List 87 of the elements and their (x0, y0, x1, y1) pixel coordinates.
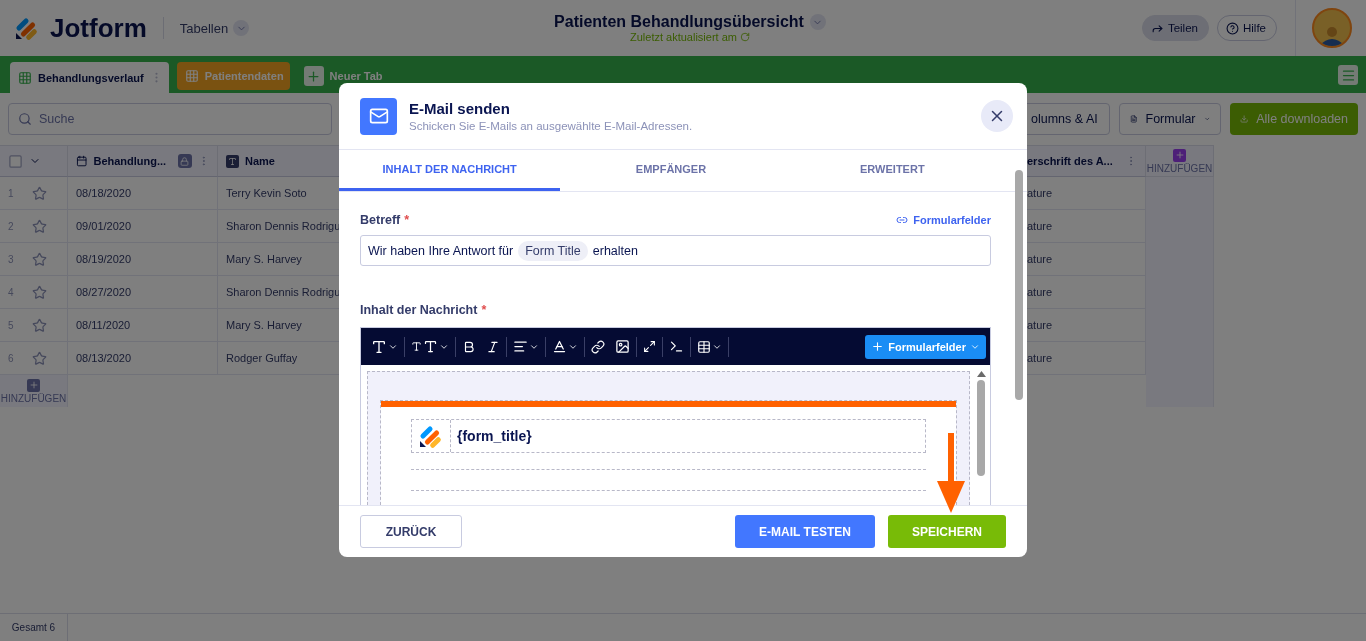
terminal-icon (669, 339, 684, 354)
table-icon (18, 70, 32, 85)
template-title: {form_title} (450, 420, 532, 452)
table-cell: 08/19/2020 (68, 243, 218, 276)
refresh-icon[interactable] (740, 32, 750, 42)
field-label: Inhalt der Nachricht (360, 303, 478, 317)
required-mark: * (481, 303, 487, 317)
table-icon (184, 69, 199, 83)
search-icon (18, 112, 32, 126)
expand-icon (643, 340, 656, 353)
mail-icon (360, 97, 397, 135)
form-fields-link[interactable]: Formularfelder (896, 214, 991, 226)
section-dropdown[interactable]: Tabellen (179, 20, 250, 36)
link-icon (591, 339, 605, 354)
dialog-tab[interactable]: EMPFÄNGER (560, 150, 782, 191)
italic-icon (486, 339, 500, 354)
help-button[interactable]: Hilfe (1217, 15, 1277, 41)
insert-fields-button[interactable]: Formularfelder (865, 334, 986, 359)
bold-icon (462, 339, 476, 354)
subject-text: Wir haben Ihre Antwort für (368, 243, 514, 258)
caret-icon[interactable] (809, 14, 826, 30)
star-icon[interactable] (32, 218, 47, 234)
caret-icon (233, 20, 250, 36)
scroll-up-icon[interactable] (976, 371, 986, 377)
form-icon (1130, 112, 1138, 126)
last-updated-text: Zuletzt aktualisiert am (630, 31, 737, 43)
plus-icon (303, 66, 324, 86)
text-icon (411, 341, 422, 352)
add-row-button[interactable]: HINZUFÜGEN (0, 375, 68, 407)
star-icon[interactable] (32, 350, 47, 366)
avatar[interactable] (1312, 8, 1352, 48)
menu-icon (1340, 67, 1356, 83)
row-number: 4 (8, 286, 15, 298)
subject-text: erhalten (592, 243, 638, 258)
logo-icon (418, 423, 444, 449)
column-header: erschrift des A... (1027, 155, 1113, 167)
dialog-title: E-Mail senden (409, 100, 511, 117)
dialog-tab[interactable]: INHALT DER NACHRICHT (339, 150, 561, 191)
field-label: Betreff (360, 213, 401, 227)
total-count: Gesamt 6 (0, 614, 68, 641)
search-field[interactable]: Suche (8, 103, 332, 135)
image-icon (615, 339, 630, 354)
scrollbar[interactable] (1015, 170, 1023, 400)
back-button[interactable]: ZURÜCK (360, 515, 462, 548)
column-header: Behandlung... (93, 155, 167, 167)
field-chip: Form Title (518, 240, 588, 261)
test-email-button[interactable]: E-MAIL TESTEN (735, 515, 875, 548)
row-number: 3 (8, 253, 15, 265)
sheet-tab[interactable]: Behandlungsverlauf (10, 62, 169, 93)
dialog-tab[interactable]: ERWEITERT (781, 150, 1003, 191)
dialog-subtitle: Schicken Sie E-Mails an ausgewählte E-Mail-Adressen. (409, 120, 694, 132)
table-cell: 08/27/2020 (68, 276, 218, 309)
menu-button[interactable] (1338, 65, 1358, 85)
star-icon[interactable] (32, 317, 47, 333)
dropdown-button[interactable]: Formular (1119, 103, 1221, 135)
align-left-icon (513, 339, 528, 354)
star-icon[interactable] (32, 251, 47, 267)
table-cell: 09/01/2020 (68, 210, 218, 243)
download-icon (1240, 112, 1249, 126)
share-button[interactable]: Teilen (1141, 15, 1209, 41)
subject-field[interactable]: Wir haben Ihre Antwort für Form Title erhalten (360, 235, 991, 266)
help-icon (1226, 21, 1239, 35)
logo-text: Jotform (50, 12, 147, 44)
text-icon (371, 338, 387, 355)
star-icon[interactable] (32, 185, 47, 201)
table-cell: 08/18/2020 (68, 177, 218, 210)
plus-icon (871, 340, 885, 353)
plus-icon (1173, 148, 1186, 162)
column-header: Name (245, 155, 275, 167)
lock-icon[interactable] (178, 154, 192, 168)
logo-icon (14, 15, 40, 41)
text-type-icon (226, 154, 239, 168)
table-icon (697, 339, 711, 354)
table-cell: 08/11/2020 (68, 309, 218, 342)
checkbox[interactable] (8, 153, 23, 169)
document-title: Patienten Behandlungsübersicht (554, 13, 804, 31)
save-button[interactable]: SPEICHERN (888, 515, 1006, 548)
text-icon (423, 339, 438, 354)
required-mark: * (404, 213, 410, 227)
table-cell: 08/13/2020 (68, 342, 218, 375)
text-color-icon (552, 339, 567, 354)
plus-icon (27, 378, 40, 392)
add-column-button[interactable]: HINZUFÜGEN (1146, 145, 1214, 177)
calendar-icon (76, 155, 88, 167)
close-button[interactable] (981, 100, 1013, 132)
star-icon[interactable] (32, 284, 47, 300)
link-icon (896, 214, 909, 226)
